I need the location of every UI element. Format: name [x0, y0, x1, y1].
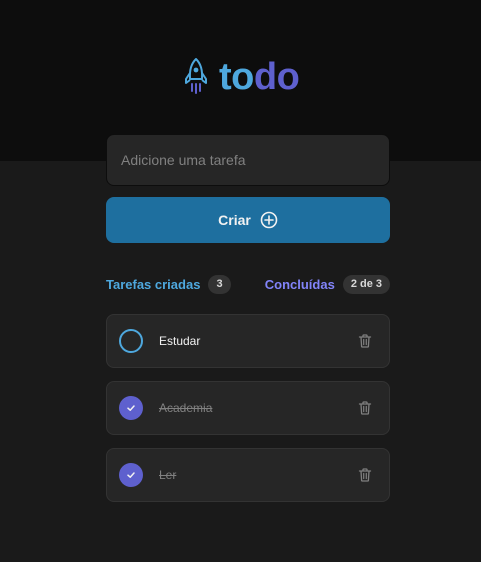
delete-task-button[interactable]: [353, 396, 377, 420]
create-button-label: Criar: [218, 212, 251, 228]
logo-text-to: to: [219, 56, 254, 98]
task-text: Estudar: [159, 334, 201, 348]
new-task-input[interactable]: [106, 134, 390, 186]
task-checkbox[interactable]: [119, 396, 143, 420]
created-count-badge: 3: [208, 275, 231, 294]
done-count-badge: 2 de 3: [342, 275, 390, 294]
rocket-icon: [185, 58, 207, 94]
task-item: Academia: [106, 381, 390, 435]
trash-icon: [358, 468, 372, 482]
task-summary: Tarefas criadas 3 Concluídas 2 de 3: [106, 275, 390, 294]
trash-icon: [358, 334, 372, 348]
task-text: Academia: [159, 401, 213, 415]
plus-circle-icon: [260, 211, 278, 229]
task-item: Ler: [106, 448, 390, 502]
task-checkbox[interactable]: [119, 463, 143, 487]
trash-icon: [358, 401, 372, 415]
done-summary: Concluídas 2 de 3: [265, 275, 390, 294]
created-summary: Tarefas criadas 3: [106, 275, 231, 294]
logo: todo: [183, 56, 300, 98]
check-icon: [127, 472, 135, 478]
task-text: Ler: [159, 468, 177, 482]
logo-text: todo: [219, 56, 300, 98]
logo-text-do: do: [253, 56, 300, 98]
delete-task-button[interactable]: [353, 329, 377, 353]
check-icon: [127, 405, 135, 411]
done-label: Concluídas: [264, 277, 335, 292]
create-button[interactable]: Criar: [106, 197, 390, 243]
task-checkbox[interactable]: [119, 329, 143, 353]
task-list: Estudar Academia Ler: [106, 314, 390, 515]
delete-task-button[interactable]: [353, 463, 377, 487]
task-item: Estudar: [106, 314, 390, 368]
created-label: Tarefas criadas: [106, 277, 201, 292]
